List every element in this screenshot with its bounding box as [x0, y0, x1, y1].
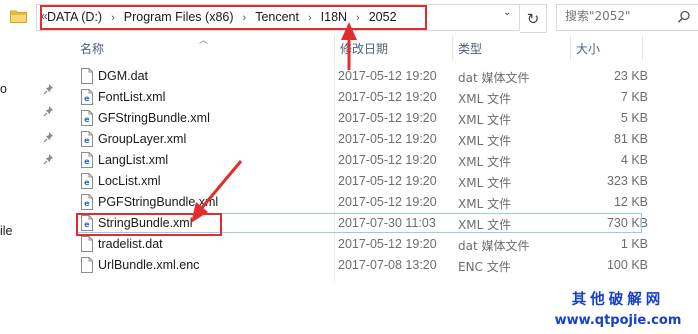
file-type: ENC 文件 — [458, 260, 511, 274]
svg-text:e: e — [84, 157, 90, 166]
address-history-dropdown-icon[interactable]: ⌄ — [503, 7, 511, 18]
file-name[interactable]: LocList.xml — [98, 174, 161, 188]
search-icon[interactable] — [677, 10, 691, 24]
file-size: 730 KB — [606, 216, 648, 230]
file-size: 12 KB — [613, 195, 648, 209]
file-date: 2017-05-12 19:20 — [338, 195, 437, 209]
column-header-name[interactable]: 名称 — [80, 40, 104, 57]
svg-text:e: e — [84, 178, 90, 187]
file-date: 2017-07-08 13:20 — [338, 258, 437, 272]
file-name[interactable]: GFStringBundle.xml — [98, 111, 210, 125]
xml-file-icon: e — [81, 89, 93, 105]
svg-text:e: e — [84, 199, 90, 208]
file-type: XML 文件 — [458, 197, 512, 211]
column-divider[interactable] — [570, 36, 571, 60]
column-header-row: ︿ 名称 修改日期 类型 大小 — [62, 35, 698, 60]
file-row[interactable]: tradelist.dat 2017-05-12 19:20 dat 媒体文件 … — [62, 234, 698, 255]
column-header-type[interactable]: 类型 — [458, 40, 482, 57]
column-header-size[interactable]: 大小 — [576, 40, 600, 57]
generic-file-icon — [81, 68, 93, 84]
navigation-pane: o ile — [0, 36, 62, 334]
file-name[interactable]: FontList.xml — [98, 90, 165, 104]
refresh-button[interactable]: ↻ — [520, 4, 547, 33]
column-divider[interactable] — [452, 36, 453, 60]
svg-text:e: e — [84, 94, 90, 103]
file-type: XML 文件 — [458, 113, 512, 127]
xml-file-icon: e — [81, 131, 93, 147]
file-list: DGM.dat 2017-05-12 19:20 dat 媒体文件 23 KB … — [62, 66, 698, 276]
sort-ascending-icon: ︿ — [199, 35, 209, 45]
file-type: XML 文件 — [458, 218, 512, 232]
pin-icon[interactable] — [43, 131, 55, 143]
file-name[interactable]: LangList.xml — [98, 153, 168, 167]
file-type: XML 文件 — [458, 155, 512, 169]
search-box[interactable] — [556, 4, 698, 31]
file-row[interactable]: e GFStringBundle.xml 2017-05-12 19:20 XM… — [62, 108, 698, 129]
file-name[interactable]: PGFStringBundle.xml — [98, 195, 218, 209]
file-date: 2017-05-12 19:20 — [338, 69, 437, 83]
file-row[interactable]: e PGFStringBundle.xml 2017-05-12 19:20 X… — [62, 192, 698, 213]
file-size: 7 KB — [620, 90, 648, 104]
xml-file-icon: e — [81, 152, 93, 168]
file-type: XML 文件 — [458, 92, 512, 106]
watermark-title: 其他破解网 — [571, 292, 665, 308]
annotation-highlight-box — [40, 5, 427, 30]
file-type: dat 媒体文件 — [458, 239, 530, 253]
file-row[interactable]: DGM.dat 2017-05-12 19:20 dat 媒体文件 23 KB — [62, 66, 698, 87]
file-name[interactable]: tradelist.dat — [98, 237, 163, 251]
file-date: 2017-05-12 19:20 — [338, 237, 437, 251]
refresh-icon: ↻ — [526, 10, 540, 28]
file-name[interactable]: UrlBundle.xml.enc — [98, 258, 199, 272]
generic-file-icon — [81, 257, 93, 273]
pin-icon[interactable] — [43, 105, 55, 117]
file-size: 4 KB — [620, 153, 648, 167]
file-name[interactable]: DGM.dat — [98, 69, 148, 83]
svg-text:e: e — [84, 115, 90, 124]
xml-file-icon: e — [81, 194, 93, 210]
column-divider[interactable] — [642, 36, 643, 60]
pin-icon[interactable] — [43, 153, 55, 165]
nav-item-fragment[interactable]: o — [0, 82, 7, 96]
file-name[interactable]: GroupLayer.xml — [98, 132, 186, 146]
file-type: XML 文件 — [458, 176, 512, 190]
file-size: 1 KB — [620, 237, 648, 251]
watermark-url: www.qtpojie.com — [554, 313, 682, 328]
annotation-highlight-box — [76, 213, 222, 236]
watermark: 其他破解网 www.qtpojie.com — [548, 288, 688, 328]
file-row[interactable]: e LocList.xml 2017-05-12 19:20 XML 文件 32… — [62, 171, 698, 192]
svg-text:e: e — [84, 136, 90, 145]
xml-file-icon: e — [81, 173, 93, 189]
file-date: 2017-05-12 19:20 — [338, 90, 437, 104]
address-bar: « DATA (D:) › Program Files (x86) › Tencent ›… — [0, 0, 698, 36]
pin-icon[interactable] — [43, 83, 55, 95]
file-size: 23 KB — [613, 69, 648, 83]
generic-file-icon — [81, 236, 93, 252]
file-row[interactable]: e GroupLayer.xml 2017-05-12 19:20 XML 文件… — [62, 129, 698, 150]
file-date: 2017-05-12 19:20 — [338, 153, 437, 167]
file-date: 2017-07-30 11:03 — [338, 216, 436, 230]
file-size: 5 KB — [620, 111, 648, 125]
file-type: XML 文件 — [458, 134, 512, 148]
file-date: 2017-05-12 19:20 — [338, 174, 437, 188]
nav-item-fragment[interactable]: ile — [0, 224, 13, 238]
file-row[interactable]: UrlBundle.xml.enc 2017-07-08 13:20 ENC 文… — [62, 255, 698, 276]
xml-file-icon: e — [81, 110, 93, 126]
file-row[interactable]: e LangList.xml 2017-05-12 19:20 XML 文件 4… — [62, 150, 698, 171]
file-date: 2017-05-12 19:20 — [338, 132, 437, 146]
file-type: dat 媒体文件 — [458, 71, 530, 85]
search-input[interactable] — [565, 9, 665, 23]
file-size: 100 KB — [606, 258, 648, 272]
file-size: 81 KB — [613, 132, 648, 146]
column-divider[interactable] — [334, 36, 335, 60]
column-header-date[interactable]: 修改日期 — [340, 40, 388, 57]
file-row[interactable]: e FontList.xml 2017-05-12 19:20 XML 文件 7… — [62, 87, 698, 108]
file-date: 2017-05-12 19:20 — [338, 111, 437, 125]
file-size: 323 KB — [606, 174, 648, 188]
folder-icon — [10, 10, 27, 23]
